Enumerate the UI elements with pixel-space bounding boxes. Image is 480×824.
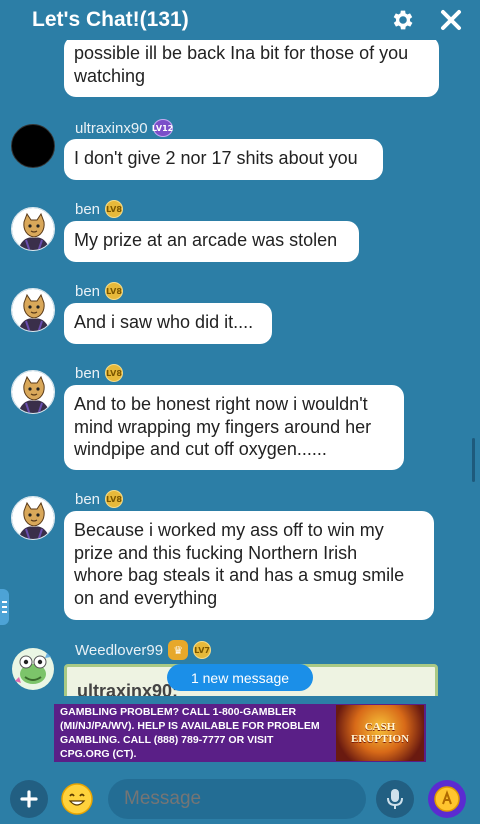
new-message-pill[interactable]: 1 new message bbox=[167, 664, 313, 691]
level-badge: LV8 bbox=[105, 364, 124, 382]
avatar[interactable] bbox=[11, 496, 55, 540]
ad-logo: CASH ERUPTION bbox=[336, 705, 424, 761]
message-bubble[interactable]: I don't give 2 nor 17 shits about you bbox=[64, 139, 383, 180]
author-name: Weedlover99 bbox=[75, 641, 164, 659]
message-input[interactable] bbox=[108, 779, 366, 819]
avatar[interactable] bbox=[11, 124, 55, 168]
message-text: Because i worked my ass off to win my bbox=[74, 520, 384, 540]
message-author[interactable]: ultraxinx90 LV12 bbox=[75, 119, 173, 137]
level-badge: LV7 bbox=[193, 641, 212, 659]
chat-header: Let's Chat!(131) bbox=[0, 0, 480, 40]
message-bubble[interactable]: And i saw who did it.... bbox=[64, 303, 272, 344]
close-icon bbox=[441, 10, 461, 30]
ad-line: CPG.ORG (CT). bbox=[60, 748, 137, 760]
message-text: whore bag steals it and has a smug smile bbox=[74, 565, 405, 585]
wolf-avatar-icon bbox=[12, 371, 54, 413]
ad-disclaimer: GAMBLING PROBLEM? CALL 1-800-GAMBLER (MI… bbox=[54, 705, 336, 761]
voice-button[interactable] bbox=[376, 780, 414, 818]
coin-icon bbox=[434, 786, 460, 812]
message-author[interactable]: Weedlover99 ♛ LV7 bbox=[75, 640, 212, 660]
scrollbar[interactable] bbox=[472, 438, 475, 482]
message-text: prize and this fucking Northern Irish bbox=[74, 542, 358, 563]
emoji-button[interactable] bbox=[58, 780, 96, 818]
message-text: And i saw who did it.... bbox=[74, 312, 254, 332]
settings-button[interactable] bbox=[388, 5, 418, 35]
wolf-avatar-icon bbox=[12, 208, 54, 250]
ad-banner[interactable]: GAMBLING PROBLEM? CALL 1-800-GAMBLER (MI… bbox=[0, 696, 480, 774]
message-bubble[interactable]: And to be honest right now i wouldn't mi… bbox=[64, 385, 404, 470]
add-button[interactable] bbox=[10, 780, 48, 818]
message-text: My prize at an arcade was stolen bbox=[74, 230, 338, 250]
chat-message-list[interactable]: possible ill be back Ina bit for those o… bbox=[0, 40, 480, 696]
author-name: ben bbox=[75, 364, 101, 382]
message-author[interactable]: ben LV8 bbox=[75, 282, 124, 300]
reply-card-text: ultraxinx90: bbox=[77, 681, 179, 696]
message-bubble[interactable]: Because i worked my ass off to win my pr… bbox=[64, 511, 434, 620]
message-text: on and everything bbox=[74, 587, 218, 608]
crown-icon: ♛ bbox=[168, 640, 189, 660]
message-author[interactable]: ben LV8 bbox=[75, 490, 124, 508]
ad-content[interactable]: GAMBLING PROBLEM? CALL 1-800-GAMBLER (MI… bbox=[54, 704, 426, 762]
avatar[interactable] bbox=[11, 647, 55, 691]
avatar[interactable] bbox=[11, 370, 55, 414]
message-bubble[interactable]: possible ill be back Ina bit for those o… bbox=[64, 40, 439, 97]
author-name: ben bbox=[75, 282, 101, 300]
smiley-icon bbox=[61, 783, 93, 815]
composer-bar bbox=[0, 774, 480, 824]
frog-avatar-icon bbox=[12, 648, 54, 690]
author-name: ben bbox=[75, 490, 101, 508]
close-button[interactable] bbox=[436, 5, 466, 35]
avatar[interactable] bbox=[11, 207, 55, 251]
level-badge: LV12 bbox=[152, 119, 173, 137]
ad-line: GAMBLING. CALL (888) 789-7777 OR VISIT bbox=[60, 734, 274, 746]
side-drawer-handle[interactable] bbox=[0, 589, 9, 625]
author-name: ultraxinx90 bbox=[75, 119, 148, 137]
wolf-avatar-icon bbox=[12, 289, 54, 331]
level-badge: LV8 bbox=[105, 282, 124, 300]
message-author[interactable]: ben LV8 bbox=[75, 364, 124, 382]
coin-button[interactable] bbox=[428, 780, 466, 818]
ad-logo-text: CASH bbox=[364, 721, 396, 733]
microphone-icon bbox=[387, 789, 403, 809]
gear-icon bbox=[393, 10, 413, 30]
level-badge: LV8 bbox=[105, 490, 124, 508]
ad-line: (MI/NJ/PA/WV). HELP IS AVAILABLE FOR PRO… bbox=[60, 720, 320, 732]
message-text: possible ill be back Ina bit for those o… bbox=[74, 43, 409, 63]
message-bubble[interactable]: My prize at an arcade was stolen bbox=[64, 221, 359, 262]
message-text: I don't give 2 nor 17 shits about you bbox=[74, 148, 358, 168]
ad-logo-text: ERUPTION bbox=[350, 733, 410, 745]
ad-line: GAMBLING PROBLEM? CALL 1-800-GAMBLER bbox=[60, 706, 297, 718]
message-text: And to be honest right now i wouldn't bbox=[74, 394, 368, 414]
message-author[interactable]: ben LV8 bbox=[75, 200, 124, 218]
chat-title: Let's Chat!(131) bbox=[32, 8, 189, 31]
level-badge: LV8 bbox=[105, 200, 124, 218]
message-text: watching bbox=[74, 65, 146, 86]
message-text: windpipe and cut off oxygen...... bbox=[74, 439, 327, 459]
plus-icon bbox=[20, 790, 38, 808]
wolf-avatar-icon bbox=[12, 497, 54, 539]
message-text: mind wrapping my fingers around her bbox=[74, 416, 372, 437]
author-name: ben bbox=[75, 200, 101, 218]
avatar[interactable] bbox=[11, 288, 55, 332]
